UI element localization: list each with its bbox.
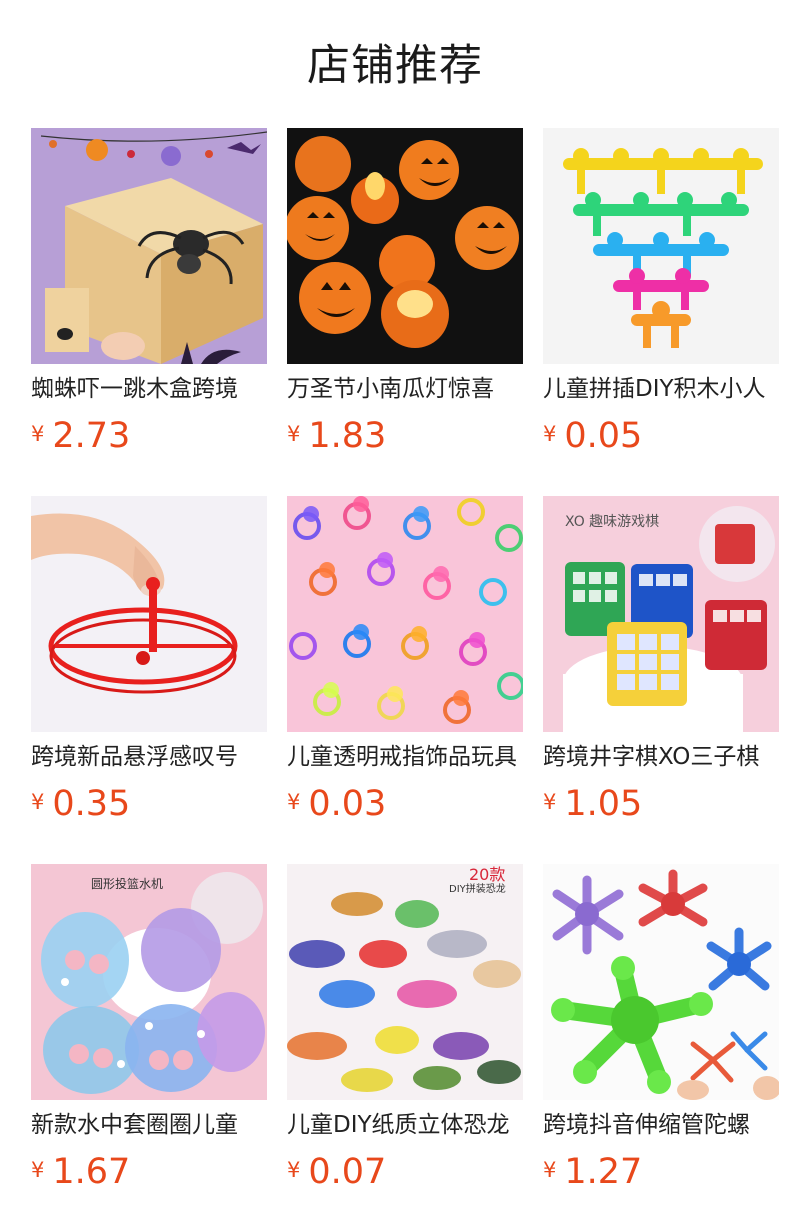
price-value: 2.73 [52, 416, 131, 456]
svg-text:XO 趣味游戏棋: XO 趣味游戏棋 [565, 514, 659, 530]
product-card[interactable]: 圆形投篮水机 新款水中套圈圈儿童 ¥1.67 [31, 864, 267, 1232]
product-name[interactable]: 儿童拼插DIY积木小人 [543, 373, 779, 405]
price-value: 0.35 [52, 784, 131, 824]
product-card[interactable]: XO 趣味游戏棋 跨境井字棋XO三子棋 ¥ 1.05 [543, 496, 779, 864]
product-card[interactable]: 儿童拼插DIY积木小人 ¥0.05 [543, 128, 779, 496]
currency-symbol: ¥ [543, 422, 557, 446]
product-image-pumpkin-lanterns[interactable] [287, 128, 523, 364]
price-value: 0.03 [308, 784, 387, 824]
image-badge: 20款 [469, 865, 505, 884]
currency-symbol: ¥ [287, 1158, 301, 1182]
product-image-jelly-rings[interactable] [287, 496, 523, 732]
product-name[interactable]: 新款水中套圈圈儿童 [31, 1109, 267, 1141]
product-name[interactable]: 万圣节小南瓜灯惊喜 [287, 373, 523, 405]
product-image-pop-tube-spinners[interactable] [543, 864, 779, 1100]
image-caption: 圆形投篮水机 [91, 876, 163, 891]
product-name[interactable]: 跨境井字棋XO三子棋 [543, 741, 779, 773]
currency-symbol: ¥ [543, 1158, 557, 1182]
price-value: 1.05 [564, 784, 643, 824]
price-value: 1.27 [564, 1152, 643, 1192]
currency-symbol: ¥ [31, 1158, 45, 1182]
currency-symbol: ¥ [31, 790, 45, 814]
product-card[interactable]: 蜘蛛吓一跳木盒跨境 ¥2.73 [31, 128, 267, 496]
product-image-stacking-figures[interactable] [543, 128, 779, 364]
product-name[interactable]: 蜘蛛吓一跳木盒跨境 [31, 373, 267, 405]
currency-symbol: ¥ [31, 422, 45, 446]
currency-symbol: ¥ [287, 790, 301, 814]
product-grid: 蜘蛛吓一跳木盒跨境 ¥2.73 万圣节小南瓜灯惊喜 ¥ 1.83 儿童拼插DIY… [31, 128, 790, 1232]
product-name[interactable]: 跨境新品悬浮感叹号 [31, 741, 267, 773]
product-price: ¥0.35 [31, 781, 130, 827]
product-image-red-spinning-top[interactable] [31, 496, 267, 732]
product-card[interactable]: 跨境抖音伸缩管陀螺 ¥1.27 [543, 864, 779, 1232]
currency-symbol: ¥ [543, 790, 557, 814]
page-title: 店铺推荐 [307, 41, 483, 91]
product-card[interactable]: 跨境新品悬浮感叹号 ¥0.35 [31, 496, 267, 864]
image-subtitle: DIY拼装恐龙 [449, 882, 506, 895]
product-price: ¥0.05 [543, 413, 642, 459]
product-price: ¥1.05 [543, 781, 642, 827]
product-card[interactable]: 儿童透明戒指饰品玩具 ¥0.03 [287, 496, 523, 864]
product-price: ¥1.67 [31, 1149, 130, 1195]
product-price: ¥0.07 [287, 1149, 386, 1195]
price-value: 0.07 [308, 1152, 387, 1192]
product-name[interactable]: 跨境抖音伸缩管陀螺 [543, 1109, 779, 1141]
product-image-paper-dinosaurs[interactable]: 20款 DIY拼装恐龙 [287, 864, 523, 1100]
price-value: 1.67 [52, 1152, 131, 1192]
product-name[interactable]: 儿童透明戒指饰品玩具 [287, 741, 523, 773]
product-image-water-ring-games[interactable]: 圆形投篮水机 [31, 864, 267, 1100]
product-card[interactable]: 20款 DIY拼装恐龙 儿童DIY纸质立体恐龙 ¥0.07 [287, 864, 523, 1232]
product-card[interactable]: 万圣节小南瓜灯惊喜 ¥1.83 [287, 128, 523, 496]
currency-symbol: ¥ [287, 422, 301, 446]
product-name[interactable]: 儿童DIY纸质立体恐龙 [287, 1109, 523, 1141]
product-price: ¥1.83 [287, 413, 386, 459]
product-image-wooden-spider-box[interactable] [31, 128, 267, 364]
product-price: ¥2.73 [31, 413, 130, 459]
product-price: ¥0.03 [287, 781, 386, 827]
product-price: ¥1.27 [543, 1149, 642, 1195]
price-value: 0.05 [564, 416, 643, 456]
product-image-tic-tac-toe-keychains[interactable]: XO 趣味游戏棋 [543, 496, 779, 732]
price-value: 1.83 [308, 416, 387, 456]
